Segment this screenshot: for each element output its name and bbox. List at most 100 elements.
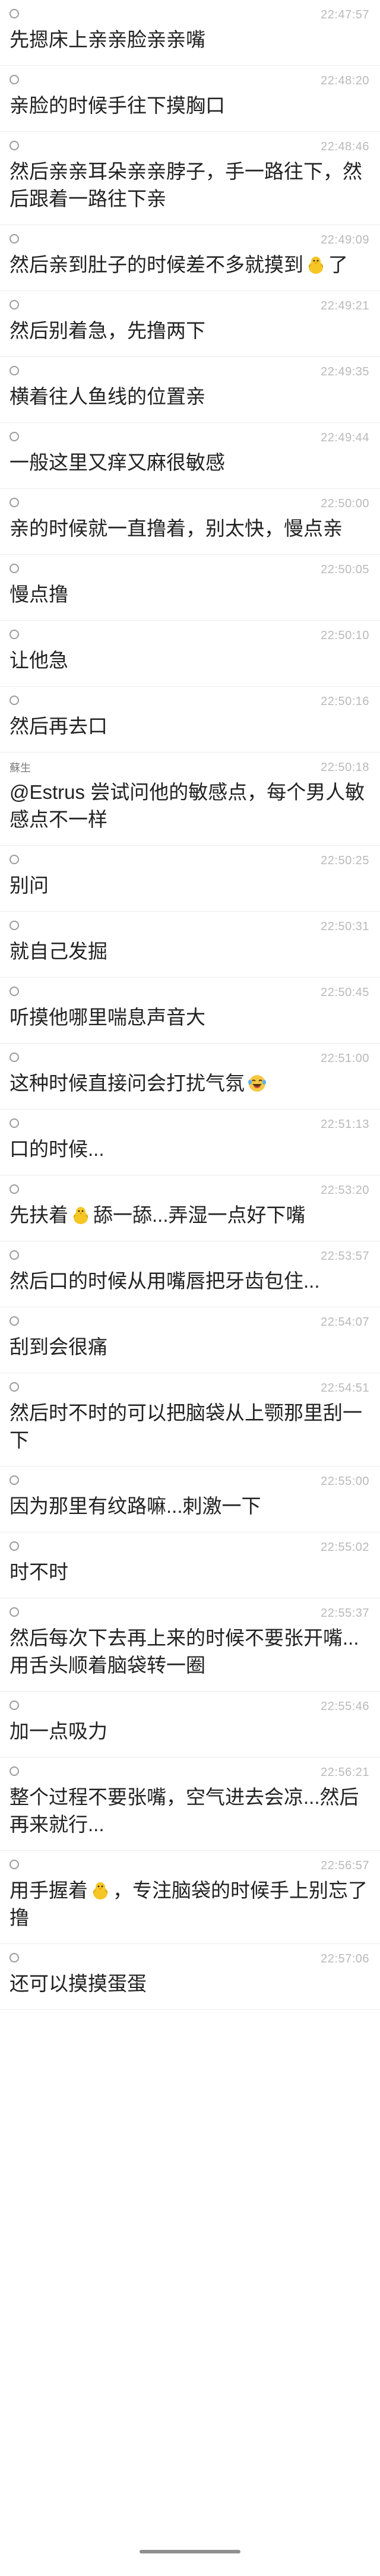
message-header-left xyxy=(10,1118,19,1131)
message-meta: 22:55:02 xyxy=(10,1532,369,1555)
message-timestamp: 22:50:10 xyxy=(321,628,369,642)
select-radio-icon[interactable] xyxy=(10,1607,19,1617)
message-row[interactable]: 22:47:57 先摁床上亲亲脸亲亲嘴 xyxy=(0,0,380,66)
message-text: 亲的时候就一直撸着，别太快，慢点亲 xyxy=(10,511,369,554)
message-timestamp: 22:51:13 xyxy=(321,1117,369,1131)
message-timestamp: 22:50:45 xyxy=(321,985,369,999)
message-text: 让他急 xyxy=(10,643,369,686)
select-radio-icon[interactable] xyxy=(10,1700,19,1710)
message-header-left xyxy=(10,920,19,933)
select-radio-icon[interactable] xyxy=(10,1250,19,1260)
select-radio-icon[interactable] xyxy=(10,1184,19,1194)
message-timestamp: 22:50:18 xyxy=(321,760,369,774)
sender-name: 蘇生 xyxy=(10,762,31,774)
message-header-left xyxy=(10,233,19,246)
message-row[interactable]: 22:55:00 因为那里有纹路嘛...刺激一下 xyxy=(0,1466,380,1532)
home-indicator-bar[interactable] xyxy=(140,2550,240,2553)
select-radio-icon[interactable] xyxy=(10,1475,19,1485)
message-meta: 22:48:20 xyxy=(10,66,369,88)
select-radio-icon[interactable] xyxy=(10,74,19,84)
message-text: 横着往人鱼线的位置亲 xyxy=(10,380,369,422)
message-row[interactable]: 22:48:20 亲脸的时候手往下摸胸口 xyxy=(0,66,380,132)
message-text: 亲脸的时候手往下摸胸口 xyxy=(10,88,369,131)
message-text-segment: 一般这里又痒又麻很敏感 xyxy=(10,451,225,473)
message-row[interactable]: 22:54:07 刮到会很痛 xyxy=(0,1307,380,1373)
chick-emoji-icon xyxy=(93,1882,108,1899)
message-text: 别问 xyxy=(10,868,369,911)
select-radio-icon[interactable] xyxy=(10,563,19,573)
message-timestamp: 22:49:44 xyxy=(321,431,369,444)
select-radio-icon[interactable] xyxy=(10,629,19,639)
message-header-left xyxy=(10,1382,19,1395)
message-row[interactable]: 22:51:00 这种时候直接问会打扰气氛 xyxy=(0,1044,380,1110)
message-row[interactable]: 22:50:25 别问 xyxy=(0,846,380,912)
message-row[interactable]: 22:48:46 然后亲亲耳朵亲亲脖子，手一路往下，然后跟着一路往下亲 xyxy=(0,132,380,225)
message-row[interactable]: 22:50:31 就自己发掘 xyxy=(0,912,380,978)
message-row[interactable]: 22:49:44 一般这里又痒又麻很敏感 xyxy=(0,423,380,489)
select-radio-icon[interactable] xyxy=(10,1766,19,1776)
select-radio-icon[interactable] xyxy=(10,365,19,375)
message-header-left xyxy=(10,497,19,510)
message-row[interactable]: 22:56:21 整个过程不要张嘴，空气进去会凉...然后再来就行... xyxy=(0,1758,380,1851)
message-row[interactable]: 22:55:46 加一点吸力 xyxy=(0,1692,380,1758)
message-row[interactable]: 22:50:16 然后再去口 xyxy=(0,687,380,753)
message-row[interactable]: 22:51:13 口的时候... xyxy=(0,1110,380,1175)
message-row[interactable]: 22:50:10 让他急 xyxy=(0,621,380,687)
select-radio-icon[interactable] xyxy=(10,140,19,150)
message-meta: 22:49:21 xyxy=(10,291,369,314)
message-header-left xyxy=(10,1952,19,1965)
select-radio-icon[interactable] xyxy=(10,986,19,996)
select-radio-icon[interactable] xyxy=(10,1118,19,1128)
select-radio-icon[interactable] xyxy=(10,497,19,507)
message-row[interactable]: 22:55:37 然后每次下去再上来的时候不要张开嘴...用舌头顺着脑袋转一圈 xyxy=(0,1598,380,1692)
select-radio-icon[interactable] xyxy=(10,299,19,309)
message-header-left xyxy=(10,1607,19,1620)
message-text-segment: 口的时候... xyxy=(10,1138,104,1160)
message-row[interactable]: 22:53:57 然后口的时候从用嘴唇把牙齿包住... xyxy=(0,1241,380,1307)
message-row[interactable]: 22:56:57 用手握着 ，专注脑袋的时候手上别忘了撸 xyxy=(0,1851,380,1944)
message-header-left xyxy=(10,299,19,312)
message-meta: 22:51:00 xyxy=(10,1044,369,1066)
select-radio-icon[interactable] xyxy=(10,1382,19,1392)
message-text-segment: 让他急 xyxy=(10,649,68,671)
message-text: 然后口的时候从用嘴唇把牙齿包住... xyxy=(10,1264,369,1307)
message-text: 口的时候... xyxy=(10,1132,369,1175)
message-text: 这种时候直接问会打扰气氛 xyxy=(10,1066,369,1109)
message-row[interactable]: 22:55:02 时不时 xyxy=(0,1532,380,1598)
message-row[interactable]: 22:49:09 然后亲到肚子的时候差不多就摸到 了 xyxy=(0,225,380,291)
message-row[interactable]: 22:49:21 然后别着急，先撸两下 xyxy=(0,291,380,357)
message-row[interactable]: 22:49:35 横着往人鱼线的位置亲 xyxy=(0,357,380,423)
select-radio-icon[interactable] xyxy=(10,1052,19,1062)
message-row[interactable]: 22:54:51 然后时不时的可以把脑袋从上颚那里刮一下 xyxy=(0,1373,380,1466)
message-row[interactable]: 蘇生 22:50:18 @Estrus 尝试问他的敏感点，每个男人敏感点不一样 xyxy=(0,753,380,846)
message-header-left xyxy=(10,8,19,21)
message-text: 因为那里有纹路嘛...刺激一下 xyxy=(10,1489,369,1532)
select-radio-icon[interactable] xyxy=(10,431,19,441)
message-timestamp: 22:54:07 xyxy=(321,1315,369,1329)
select-radio-icon[interactable] xyxy=(10,1541,19,1551)
message-text-segment: 然后再去口 xyxy=(10,715,107,737)
select-radio-icon[interactable] xyxy=(10,854,19,864)
select-radio-icon[interactable] xyxy=(10,695,19,705)
message-meta: 22:55:37 xyxy=(10,1598,369,1621)
message-text: 然后每次下去再上来的时候不要张开嘴...用舌头顺着脑袋转一圈 xyxy=(10,1621,369,1691)
message-header-left xyxy=(10,1700,19,1713)
select-radio-icon[interactable] xyxy=(10,1952,19,1962)
select-radio-icon[interactable] xyxy=(10,920,19,930)
message-row[interactable]: 22:50:05 慢点撸 xyxy=(0,555,380,621)
chick-emoji-icon xyxy=(308,257,324,274)
message-header-left xyxy=(10,431,19,444)
select-radio-icon[interactable] xyxy=(10,1859,19,1869)
message-row[interactable]: 22:57:06 还可以摸摸蛋蛋 xyxy=(0,1944,380,2010)
message-text-segment: 加一点吸力 xyxy=(10,1720,107,1742)
select-radio-icon[interactable] xyxy=(10,233,19,244)
message-meta: 22:54:51 xyxy=(10,1373,369,1396)
select-radio-icon[interactable] xyxy=(10,8,19,18)
message-header-left xyxy=(10,1475,19,1488)
message-row[interactable]: 22:50:00 亲的时候就一直撸着，别太快，慢点亲 xyxy=(0,489,380,555)
message-row[interactable]: 22:53:20 先扶着 舔一舔...弄湿一点好下嘴 xyxy=(0,1175,380,1241)
select-radio-icon[interactable] xyxy=(10,1316,19,1326)
message-timestamp: 22:50:16 xyxy=(321,694,369,708)
message-header-left xyxy=(10,365,19,378)
message-row[interactable]: 22:50:45 听摸他哪里喘息声音大 xyxy=(0,978,380,1044)
